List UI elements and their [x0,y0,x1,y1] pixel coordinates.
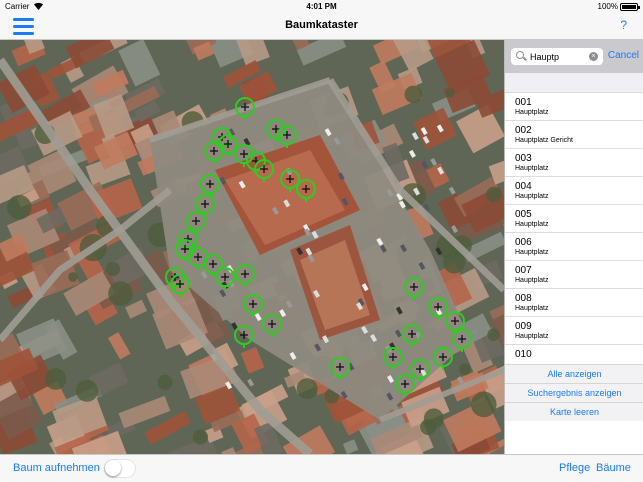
action-buttons: Alle anzeigen Suchergebnis anzeigen Kart… [505,364,643,421]
status-bar: Carrier 4:01 PM 100% [0,0,643,14]
search-bar: × Cancel [505,40,643,73]
result-row[interactable]: 003 Hauptplatz [505,149,643,177]
map-canvas [0,40,504,454]
result-row[interactable]: 004 Hauptplatz [505,177,643,205]
results-list[interactable]: 001 Hauptplatz 002 Hauptplatz Gericht 003 Hau… [505,93,643,401]
app-screen: Carrier 4:01 PM 100% Baumkataster ? × Ca… [0,0,643,482]
result-row[interactable]: 006 Hauptplatz [505,233,643,261]
record-tree-label[interactable]: Baum aufnehmen [13,462,100,474]
tree-number: 007 [515,265,532,276]
search-input[interactable] [530,50,586,63]
bottom-toolbar: Baum aufnehmen Pflege Bäume [0,454,643,482]
tree-number: 001 [515,97,532,108]
tree-number: 005 [515,209,532,220]
tree-number: 010 [515,349,532,360]
clear-icon[interactable]: × [589,52,598,61]
clock: 4:01 PM [306,2,337,11]
show-results-button[interactable]: Suchergebnis anzeigen [505,383,643,402]
tree-location: Hauptplatz [515,109,549,116]
hamburger-menu-icon[interactable] [13,17,35,35]
page-title: Baumkataster [285,19,358,31]
help-button[interactable]: ? [620,18,627,32]
tree-location: Hauptplatz [515,333,549,340]
tree-location: Hauptplatz [515,249,549,256]
show-all-button[interactable]: Alle anzeigen [505,364,643,383]
search-panel: × Cancel 001Hauptplatz002Hauptplatz Geri… [504,40,643,454]
result-row[interactable]: 007 Hauptplatz [505,261,643,289]
trees-button[interactable]: Bäume [596,462,631,474]
tree-location: Hauptplatz [515,221,549,228]
care-button[interactable]: Pflege [559,462,590,474]
tree-number: 003 [515,153,532,164]
section-spacer [505,73,643,93]
satellite-map[interactable] [0,40,504,454]
battery-percent: 100% [597,2,618,11]
result-row[interactable]: 008 Hauptplatz [505,289,643,317]
search-field[interactable]: × [511,48,603,65]
toggle-knob [105,460,121,476]
tree-number: 008 [515,293,532,304]
tree-location: Hauptplatz [515,305,549,312]
result-row[interactable]: 005 Hauptplatz [505,205,643,233]
tree-location: Hauptplatz Gericht [515,137,573,144]
result-row[interactable]: 001 Hauptplatz [505,93,643,121]
result-row[interactable]: 002 Hauptplatz Gericht [505,121,643,149]
search-icon [516,51,524,59]
tree-location: Hauptplatz [515,193,549,200]
record-tree-toggle[interactable] [104,459,136,478]
battery-icon [620,3,640,11]
tree-number: 004 [515,181,532,192]
tree-location: Hauptplatz [515,277,549,284]
tree-location: Hauptplatz [515,165,549,172]
clear-map-button[interactable]: Karte leeren [505,402,643,421]
tree-number: 006 [515,237,532,248]
cancel-button[interactable]: Cancel [608,50,639,61]
tree-number: 002 [515,125,532,136]
navigation-bar: Baumkataster ? [0,14,643,40]
tree-number: 009 [515,321,532,332]
result-row[interactable]: 009 Hauptplatz [505,317,643,345]
